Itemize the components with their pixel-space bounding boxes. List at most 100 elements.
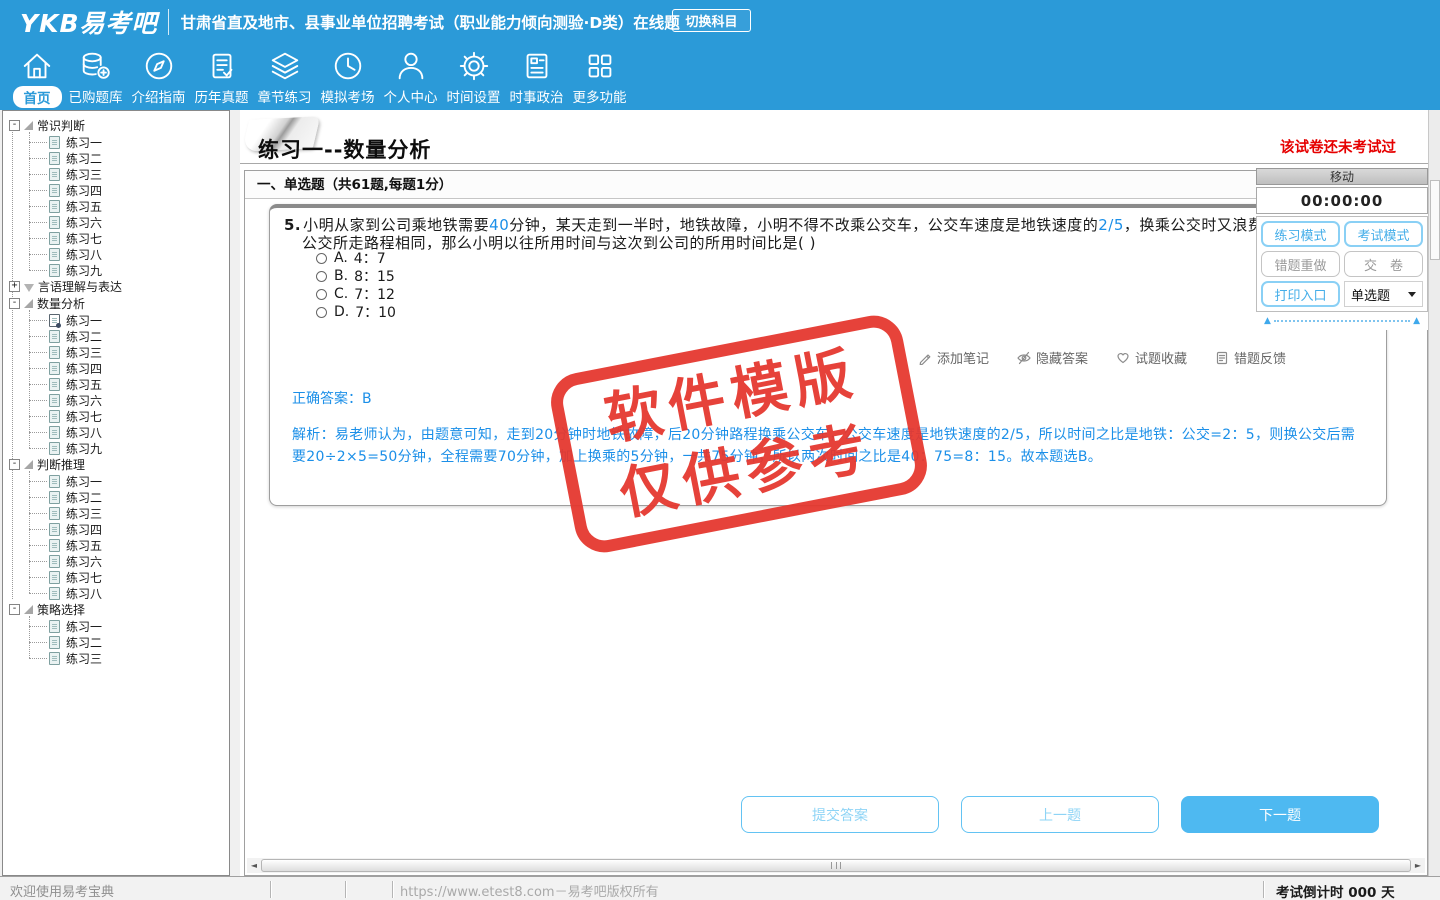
toolbar-item-label: 已购题库 [68,90,123,106]
redo-wrong-questions-button[interactable]: 错题重做 [1261,251,1340,277]
tree-item[interactable]: 练习九 [29,440,229,456]
toolbar-item-intro-guide[interactable]: 介绍指南 [127,44,190,106]
toolbar-item-label: 介绍指南 [131,90,186,106]
answer-label: 正确答案： [292,391,362,407]
tree-item-label: 练习七 [66,409,103,424]
tree-expand-toggle-icon[interactable]: + [9,281,20,292]
toolbar-item-label: 更多功能 [572,90,627,106]
error-feedback-link[interactable]: 错题反馈 [1215,348,1286,367]
tree-item[interactable]: 练习三 [29,344,229,360]
tree-item[interactable]: 练习五 [29,376,229,392]
document-icon [49,586,60,600]
tree-item[interactable]: 练习二 [29,634,229,650]
tree-item[interactable]: 练习六 [29,214,229,230]
toolbar-item-purchased-bank[interactable]: 已购题库 [64,44,127,106]
collapse-up-arrow-icon[interactable]: ▲ [1264,317,1271,326]
tree-group-strategy-selection[interactable]: - 策略选择 [9,601,229,618]
tree-item[interactable]: 练习三 [29,166,229,182]
tree-item[interactable]: 练习四 [29,521,229,537]
prev-question-button[interactable]: 上一题 [961,796,1159,833]
submit-paper-button[interactable]: 交 卷 [1344,251,1423,277]
tree-item[interactable]: 练习三 [29,650,229,666]
document-icon [49,490,60,504]
layers-icon [268,49,302,83]
question-nav-collapsed[interactable]: ▲ ▲ [1264,317,1420,326]
submit-answer-button[interactable]: 提交答案 [741,796,939,833]
vertical-scrollbar-thumb[interactable] [1430,180,1440,260]
user-icon [394,49,428,83]
grid-icon [583,49,617,83]
panel-drag-handle[interactable]: 移动 [1256,168,1428,185]
toolbar-item-more-features[interactable]: 更多功能 [568,44,631,106]
tree-item[interactable]: 练习二 [29,328,229,344]
tree-group-judgment-reasoning[interactable]: - 判断推理 [9,456,229,473]
vertical-scrollbar[interactable] [1428,110,1440,876]
tree-expand-toggle-icon[interactable]: - [9,459,20,470]
print-entry-button[interactable]: 打印入口 [1261,281,1340,307]
tree-group-common-sense-judgment[interactable]: - 常识判断 [9,117,229,134]
question-type-value: 单选题 [1351,288,1391,304]
option-radio[interactable] [316,306,327,318]
tree-item-label: 练习三 [66,167,103,182]
exam-mode-button[interactable]: 考试模式 [1344,221,1423,247]
tree-item[interactable]: 练习六 [29,553,229,569]
tree-item-selected[interactable]: 练习一 [29,312,229,328]
collapse-up-arrow-icon[interactable]: ▲ [1413,317,1420,326]
tree-item[interactable]: 练习五 [29,198,229,214]
favorite-question-link[interactable]: 试题收藏 [1116,348,1187,367]
option-radio[interactable] [316,288,327,300]
scrollbar-thumb[interactable] [261,859,1411,872]
option-radio[interactable] [316,270,327,282]
tree-item[interactable]: 练习七 [29,230,229,246]
folder-icon [24,283,34,292]
toolbar-item-mock-exam[interactable]: 模拟考场 [316,44,379,106]
tree-group-quantitative-analysis[interactable]: - 数量分析 [9,295,229,312]
option-row-D: D. 7：10 [316,303,396,321]
tree-expand-toggle-icon[interactable]: - [9,604,20,615]
option-radio[interactable] [316,252,327,264]
tree-item[interactable]: 练习一 [29,473,229,489]
document-icon [49,151,60,165]
tree-item[interactable]: 练习七 [29,408,229,424]
toolbar-item-past-papers[interactable]: 历年真题 [190,44,253,106]
tree-item[interactable]: 练习六 [29,392,229,408]
tree-item[interactable]: 练习二 [29,150,229,166]
tree-item[interactable]: 练习七 [29,569,229,585]
tree-expand-toggle-icon[interactable]: - [9,120,20,131]
tree-item[interactable]: 练习四 [29,182,229,198]
tree-group-verbal-comprehension[interactable]: + 言语理解与表达 [9,278,229,295]
toolbar-item-chapter-practice[interactable]: 章节练习 [253,44,316,106]
tree-item-label: 练习一 [66,313,103,328]
toolbar-item-time-settings[interactable]: 时间设置 [442,44,505,106]
practice-mode-button[interactable]: 练习模式 [1261,221,1340,247]
horizontal-scrollbar[interactable]: ◄ ► [247,858,1425,873]
document-icon [49,313,61,328]
tree-item[interactable]: 练习八 [29,585,229,601]
tree-expand-toggle-icon[interactable]: - [9,298,20,309]
tree-item[interactable]: 练习五 [29,537,229,553]
tree-item[interactable]: 练习四 [29,360,229,376]
add-note-link[interactable]: 添加笔记 [918,348,989,367]
tree-item[interactable]: 练习八 [29,246,229,262]
next-question-button[interactable]: 下一题 [1181,796,1379,833]
action-label: 错题反馈 [1233,352,1286,367]
scrollbar-track[interactable] [261,858,1411,873]
tree-item[interactable]: 练习二 [29,489,229,505]
tree-item[interactable]: 练习一 [29,618,229,634]
tree-item-label: 练习四 [66,361,103,376]
tree-item[interactable]: 练习一 [29,134,229,150]
tree-item[interactable]: 练习九 [29,262,229,278]
hide-answer-link[interactable]: 隐藏答案 [1017,348,1088,367]
tree-item[interactable]: 练习八 [29,424,229,440]
toolbar-item-current-affairs[interactable]: 时事政治 [505,44,568,106]
scroll-right-arrow-icon[interactable]: ► [1411,858,1425,873]
heart-icon [1116,351,1130,365]
panel-buttons: 练习模式 考试模式 错题重做交 卷打印入口 单选题 [1256,216,1428,312]
question-type-select[interactable]: 单选题 [1344,281,1423,307]
toolbar-item-user-center[interactable]: 个人中心 [379,44,442,106]
tree-item[interactable]: 练习三 [29,505,229,521]
document-icon [49,409,60,423]
switch-subject-button[interactable]: 切换科目 [672,9,751,32]
scroll-left-arrow-icon[interactable]: ◄ [247,858,261,873]
toolbar-item-home[interactable]: 首页 [10,44,64,108]
